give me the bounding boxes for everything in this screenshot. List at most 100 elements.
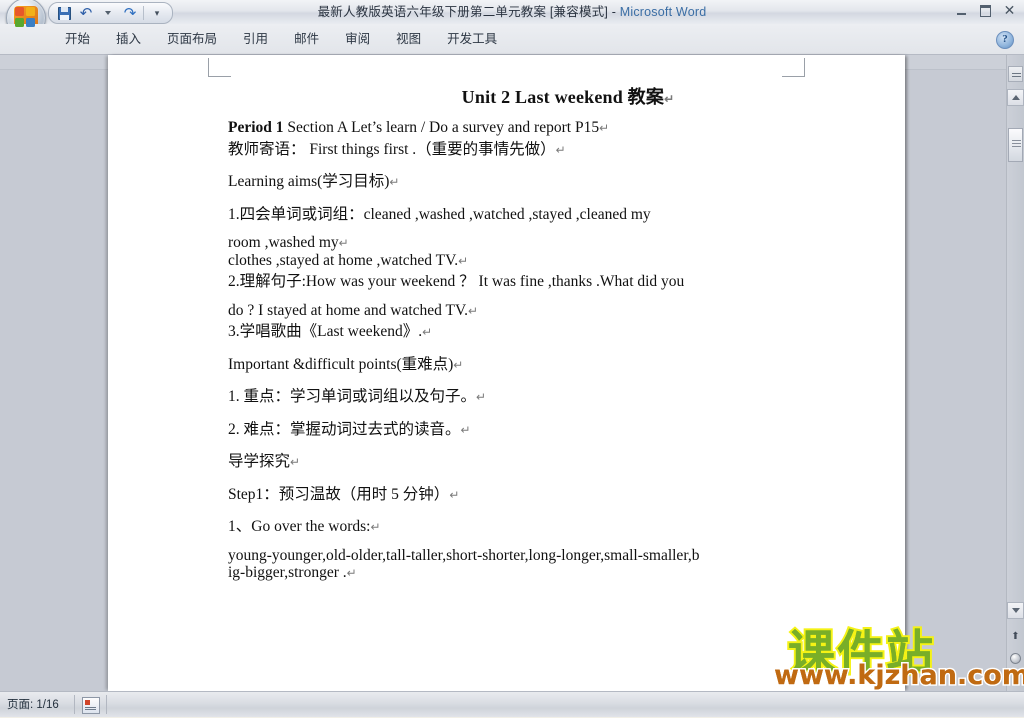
paragraph-aim-1: 1.四会单词或词组：cleaned ,washed ,watched ,stay… [228, 205, 908, 223]
paragraph-text: Learning aims(学习目标) [228, 173, 390, 190]
document-page[interactable]: Unit 2 Last weekend 教案↵ Period 1 Section… [108, 55, 905, 691]
chevron-down-icon [1011, 608, 1020, 613]
paragraph-text: 2. 难点：掌握动词过去式的读音。 [228, 420, 461, 438]
pilcrow-icon: ↵ [664, 92, 675, 106]
pilcrow-icon: ↵ [346, 566, 357, 580]
paragraph-text: Step1：预习温故（用时 5 分钟） [228, 485, 450, 503]
paragraph-aim-2-cont: do ? I stayed at home and watched TV.↵ [228, 301, 908, 319]
paragraph-text: ig-bigger,stronger . [228, 564, 347, 581]
chevron-down-icon [105, 11, 111, 15]
window-title-app: Microsoft Word [619, 5, 707, 19]
undo-button[interactable]: ↶ [77, 5, 95, 22]
help-icon[interactable]: ? [996, 31, 1014, 49]
ribbon-tab-bar: 开始 插入 页面布局 引用 邮件 审阅 视图 开发工具 ? [0, 24, 1024, 55]
status-divider-right [106, 695, 107, 714]
paragraph-text: 教师寄语： First things first .（重要的事情先做） [228, 140, 556, 158]
paragraph-bold-prefix: Period 1 [228, 119, 284, 136]
document-body: Unit 2 Last weekend 教案↵ Period 1 Section… [228, 83, 908, 583]
pilcrow-icon: ↵ [338, 236, 349, 250]
paragraph-learning-aims: Learning aims(学习目标)↵ [228, 174, 908, 190]
window-title-doc: 最新人教版英语六年级下册第二单元教案 [兼容模式] - [317, 5, 620, 19]
paragraph-text: Important &difficult points(重难点) [228, 355, 454, 373]
paragraph-text: 导学探究 [228, 453, 291, 470]
scroll-down-button[interactable] [1007, 602, 1024, 619]
minimize-button[interactable] [953, 3, 970, 18]
redo-button[interactable]: ↷ [121, 5, 139, 22]
title-bar: 最新人教版英语六年级下册第二单元教案 [兼容模式] - Microsoft Wo… [0, 0, 1024, 38]
paragraph-difficult-point: 2. 难点：掌握动词过去式的读音。↵ [228, 420, 908, 438]
window-controls: ✕ [953, 3, 1018, 19]
tab-insert[interactable]: 插入 [103, 24, 154, 54]
document-heading: Unit 2 Last weekend 教案↵ [228, 83, 908, 109]
paragraph-teacher-motto: 教师寄语： First things first .（重要的事情先做）↵ [228, 140, 908, 158]
margin-corner-top-right [782, 58, 805, 77]
tab-home[interactable]: 开始 [52, 24, 103, 54]
previous-page-button[interactable]: ⬆ [1007, 627, 1024, 645]
paragraph-text: 2.理解句子:How was your weekend ？ It was fin… [228, 273, 685, 290]
paragraph-word-list-b: ig-bigger,stronger .↵ [228, 565, 908, 581]
tab-view[interactable]: 视图 [383, 24, 434, 54]
paragraph-text: young-younger,old-older,tall-taller,shor… [228, 546, 700, 564]
scrollbar-thumb[interactable] [1008, 128, 1023, 162]
pilcrow-icon: ↵ [555, 142, 566, 157]
paragraph-aim-2: 2.理解句子:How was your weekend ？ It was fin… [228, 274, 908, 290]
ribbon-tabs: 开始 插入 页面布局 引用 邮件 审阅 视图 开发工具 [52, 24, 510, 54]
status-divider-left [74, 695, 75, 714]
office-logo-icon [15, 7, 37, 29]
paragraph-important-points: Important &difficult points(重难点)↵ [228, 355, 908, 373]
tab-mailings[interactable]: 邮件 [281, 24, 332, 54]
chevron-down-icon: ▾ [154, 7, 160, 18]
paragraph-word-list-a: young-younger,old-older,tall-taller,shor… [228, 546, 908, 564]
pilcrow-icon: ↵ [476, 390, 487, 404]
pilcrow-icon: ↵ [389, 175, 400, 189]
margin-corner-top-left [208, 58, 231, 77]
tab-references[interactable]: 引用 [230, 24, 281, 54]
pilcrow-icon: ↵ [290, 455, 301, 469]
paragraph-aim-1-cont-a: room ,washed my↵ [228, 235, 908, 251]
paragraph-step1: Step1：预习温故（用时 5 分钟）↵ [228, 485, 908, 503]
view-status-icon[interactable] [82, 697, 100, 714]
tab-developer[interactable]: 开发工具 [434, 24, 510, 54]
paragraph-text: 3.学唱歌曲《Last weekend》. [228, 323, 423, 340]
page-count-label[interactable]: 页面: 1/16 [7, 696, 67, 714]
paragraph-text: room ,washed my [228, 234, 339, 251]
circle-icon [1010, 652, 1021, 664]
double-chevron-down-icon: ⬇ [1011, 673, 1020, 685]
vertical-scrollbar[interactable]: ⬆ ⬇ [1006, 55, 1024, 691]
chevron-up-icon [1011, 95, 1020, 100]
quick-access-toolbar: ↶ ↷ ▾ [48, 2, 173, 24]
paragraph-aim-3: 3.学唱歌曲《Last weekend》.↵ [228, 324, 908, 340]
paragraph-text: 1.四会单词或词组：cleaned ,washed ,watched ,stay… [228, 205, 651, 223]
restore-button[interactable] [977, 3, 994, 18]
paragraph-text: 1、Go over the words: [228, 518, 371, 535]
status-bar: 页面: 1/16 [0, 691, 1024, 718]
paragraph-period1: Period 1 Section A Let’s learn / Do a su… [228, 120, 908, 136]
pilcrow-icon: ↵ [468, 303, 479, 318]
redo-icon: ↷ [123, 3, 137, 22]
save-icon [57, 6, 71, 20]
next-page-button[interactable]: ⬇ [1007, 670, 1024, 688]
paragraph-go-over-words: 1、Go over the words:↵ [228, 519, 908, 535]
toolbar-divider [143, 6, 144, 20]
word-window: 最新人教版英语六年级下册第二单元教案 [兼容模式] - Microsoft Wo… [0, 0, 1024, 718]
tab-page-layout[interactable]: 页面布局 [154, 24, 230, 54]
document-heading-text: Unit 2 Last weekend 教案 [461, 87, 665, 107]
undo-dropdown-button[interactable] [99, 5, 117, 22]
paragraph-text: do ? I stayed at home and watched TV. [228, 301, 469, 319]
pilcrow-icon: ↵ [599, 121, 610, 135]
pilcrow-icon: ↵ [370, 520, 381, 534]
select-browse-object-button[interactable] [1007, 649, 1024, 667]
double-chevron-up-icon: ⬆ [1011, 630, 1020, 642]
pilcrow-icon: ↵ [422, 325, 433, 339]
close-button[interactable]: ✕ [1001, 3, 1018, 19]
pilcrow-icon: ↵ [449, 487, 460, 502]
customize-qat-button[interactable]: ▾ [148, 5, 166, 22]
tab-review[interactable]: 审阅 [332, 24, 383, 54]
paragraph-key-point: 1. 重点：学习单词或词组以及句子。↵ [228, 389, 908, 405]
split-window-handle[interactable] [1008, 66, 1023, 82]
paragraph-aim-1-cont-b: clothes ,stayed at home ,watched TV.↵ [228, 252, 908, 269]
save-button[interactable] [55, 5, 73, 22]
paragraph-guided-inquiry: 导学探究↵ [228, 454, 908, 470]
scroll-up-button[interactable] [1007, 89, 1024, 106]
pilcrow-icon: ↵ [453, 357, 464, 372]
